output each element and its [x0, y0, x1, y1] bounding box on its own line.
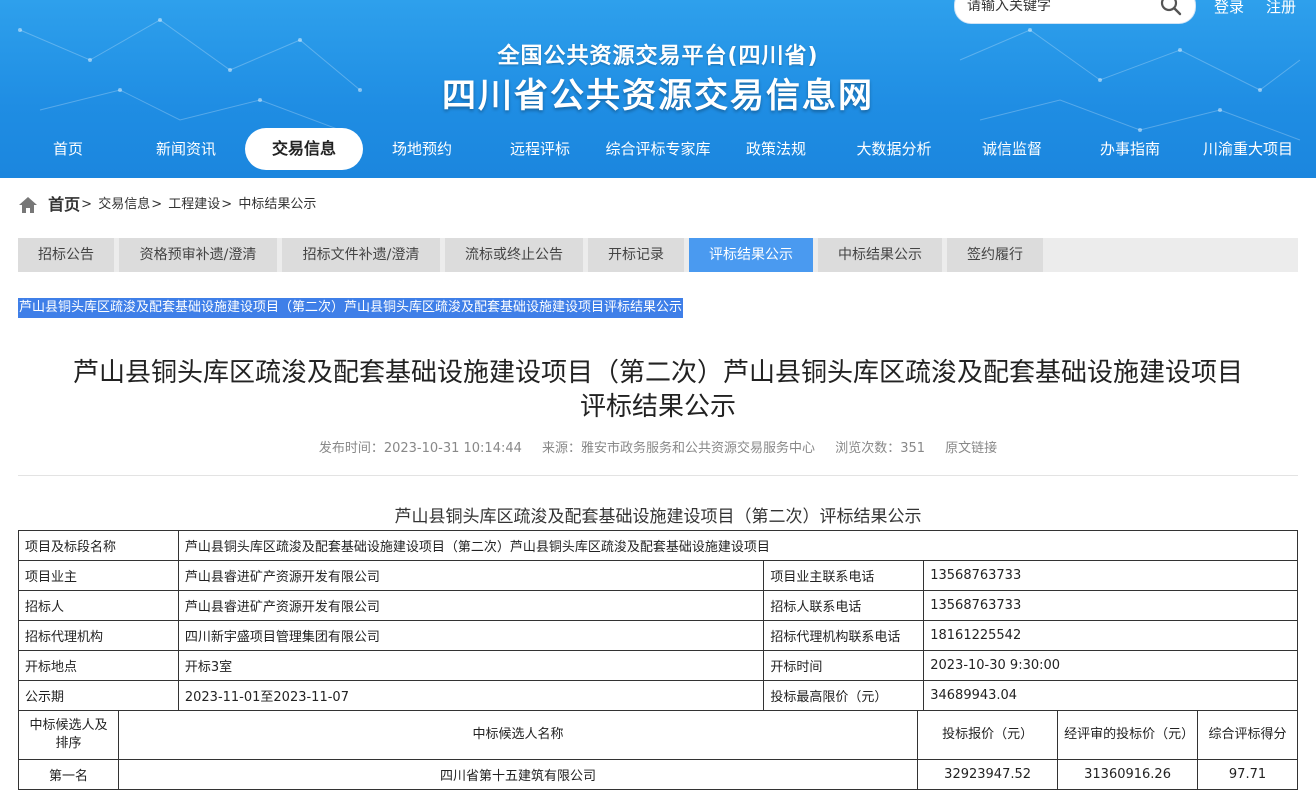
source: 来源：雅安市政务服务和公共资源交易服务中心 [542, 441, 816, 456]
nav-item-policy[interactable]: 政策法规 [736, 128, 816, 170]
table-row: 项目业主 芦山县睿进矿产资源开发有限公司 项目业主联系电话 1356876373… [18, 560, 1298, 591]
tab-evaluation-result[interactable]: 评标结果公示 [689, 238, 813, 272]
tab-tender-notice[interactable]: 招标公告 [18, 238, 114, 272]
nav-item-venue-booking[interactable]: 场地预约 [382, 128, 462, 170]
table-cell-label: 投标最高限价（元） [763, 680, 925, 711]
table-cell-value: 13568763733 [923, 590, 1298, 621]
column-header-name: 中标候选人名称 [117, 710, 919, 760]
tab-contract-performance[interactable]: 签约履行 [947, 238, 1043, 272]
publish-time: 发布时间：2023-10-31 10:14:44 [318, 441, 522, 456]
breadcrumb-separator: > [221, 197, 233, 212]
tab-award-result[interactable]: 中标结果公示 [818, 238, 942, 272]
table-header-row: 中标候选人及排序 中标候选人名称 投标报价（元） 经评审的投标价（元） 综合评标… [18, 710, 1298, 760]
breadcrumb-award-result[interactable]: 中标结果公示 [238, 197, 316, 212]
table-cell-label: 开标时间 [763, 650, 925, 681]
home-icon [19, 197, 37, 213]
platform-name: 全国公共资源交易平台(四川省) [497, 44, 819, 69]
table-row: 第一名 四川省第十五建筑有限公司 32923947.52 31360916.26… [18, 759, 1298, 790]
table-cell-value: 18161225542 [923, 620, 1298, 651]
tab-tender-doc-addendum[interactable]: 招标文件补遗/澄清 [282, 238, 440, 272]
table-cell-value: 芦山县睿进矿产资源开发有限公司 [177, 590, 765, 621]
table-cell-label: 项目业主联系电话 [763, 560, 925, 591]
main-nav: 首页 新闻资讯 交易信息 场地预约 远程评标 综合评标专家库 政策法规 大数据分… [0, 128, 1316, 170]
candidate-name: 四川省第十五建筑有限公司 [117, 759, 919, 790]
nav-item-trade-info[interactable]: 交易信息 [245, 128, 363, 170]
column-header-score: 综合评标得分 [1197, 710, 1298, 760]
table-cell-label: 开标地点 [18, 650, 179, 681]
table-row: 招标代理机构 四川新宇盛项目管理集团有限公司 招标代理机构联系电话 181612… [18, 620, 1298, 651]
breadcrumb-separator: > [81, 197, 93, 212]
nav-item-credit[interactable]: 诚信监督 [972, 128, 1052, 170]
search-box[interactable] [954, 0, 1196, 24]
breadcrumb-home[interactable]: 首页 [48, 195, 80, 214]
tab-bid-opening-record[interactable]: 开标记录 [588, 238, 684, 272]
table-row: 项目及标段名称 芦山县铜头库区疏浚及配套基础设施建设项目（第二次）芦山县铜头库区… [18, 530, 1299, 561]
article-title-line-2: 评标结果公示 [579, 392, 736, 422]
search-icon[interactable] [1159, 0, 1183, 17]
table-cell-value: 开标3室 [177, 650, 765, 681]
table-cell-value: 2023-11-01至2023-11-07 [177, 680, 765, 711]
table-cell-value: 13568763733 [923, 560, 1298, 591]
breadcrumb-engineering[interactable]: 工程建设 [168, 197, 220, 212]
table-cell-value: 芦山县睿进矿产资源开发有限公司 [177, 560, 765, 591]
candidate-bid: 32923947.52 [917, 759, 1059, 790]
table-cell-label: 项目及标段名称 [18, 530, 179, 561]
table-caption: 芦山县铜头库区疏浚及配套基础设施建设项目（第二次）评标结果公示 [394, 507, 922, 527]
breadcrumb: 首页> 交易信息> 工程建设> 中标结果公示 [18, 193, 316, 217]
breadcrumb-separator: > [151, 197, 163, 212]
nav-item-news[interactable]: 新闻资讯 [146, 128, 226, 170]
candidate-reviewed-bid: 31360916.26 [1057, 759, 1199, 790]
project-info-table: 项目及标段名称 芦山县铜头库区疏浚及配套基础设施建设项目（第二次）芦山县铜头库区… [18, 530, 1299, 711]
nav-item-home[interactable]: 首页 [30, 128, 106, 170]
tab-prequal-addendum[interactable]: 资格预审补遗/澄清 [119, 238, 277, 272]
candidate-rank: 第一名 [18, 759, 119, 790]
site-title: 四川省公共资源交易信息网 [442, 76, 874, 116]
table-row: 开标地点 开标3室 开标时间 2023-10-30 9:30:00 [18, 650, 1298, 681]
table-cell-value: 芦山县铜头库区疏浚及配套基础设施建设项目（第二次）芦山县铜头库区疏浚及配套基础设… [177, 530, 1299, 561]
divider [18, 475, 1298, 476]
candidate-score: 97.71 [1197, 759, 1298, 790]
table-cell-value: 四川新宇盛项目管理集团有限公司 [177, 620, 765, 651]
column-header-reviewed-bid: 经评审的投标价（元） [1057, 710, 1199, 760]
table-cell-label: 招标人 [18, 590, 179, 621]
site-header: 登录 注册 全国公共资源交易平台(四川省) 四川省公共资源交易信息网 首页 新闻… [0, 0, 1316, 178]
article-title: 芦山县铜头库区疏浚及配套基础设施建设项目（第二次）芦山县铜头库区疏浚及配套基础设… [18, 356, 1298, 424]
table-row: 招标人 芦山县睿进矿产资源开发有限公司 招标人联系电话 13568763733 [18, 590, 1298, 621]
breadcrumb-trade-info[interactable]: 交易信息 [98, 197, 150, 212]
table-cell-label: 招标人联系电话 [763, 590, 925, 621]
original-link[interactable]: 原文链接 [945, 441, 997, 456]
article-meta: 发布时间：2023-10-31 10:14:44 来源：雅安市政务服务和公共资源… [0, 437, 1316, 456]
article-title-line-1: 芦山县铜头库区疏浚及配套基础设施建设项目（第二次）芦山县铜头库区疏浚及配套基础设… [72, 358, 1243, 388]
announcement-tabs: 招标公告 资格预审补遗/澄清 招标文件补遗/澄清 流标或终止公告 开标记录 评标… [18, 238, 1298, 272]
table-cell-label: 招标代理机构联系电话 [763, 620, 925, 651]
nav-item-expert-pool[interactable]: 综合评标专家库 [600, 128, 716, 170]
tab-failed-or-terminated[interactable]: 流标或终止公告 [445, 238, 583, 272]
login-link[interactable]: 登录 [1214, 0, 1244, 17]
table-cell-label: 项目业主 [18, 560, 179, 591]
selected-title-text: 芦山县铜头库区疏浚及配套基础设施建设项目（第二次）芦山县铜头库区疏浚及配套基础设… [18, 298, 684, 318]
view-count: 浏览次数：351 [835, 441, 926, 456]
nav-item-chengyu-projects[interactable]: 川渝重大项目 [1196, 128, 1300, 170]
nav-item-remote-evaluation[interactable]: 远程评标 [500, 128, 580, 170]
nav-item-guide[interactable]: 办事指南 [1090, 128, 1170, 170]
column-header-bid: 投标报价（元） [917, 710, 1059, 760]
table-cell-value: 2023-10-30 9:30:00 [923, 650, 1298, 681]
register-link[interactable]: 注册 [1266, 0, 1296, 17]
search-input[interactable] [965, 0, 1154, 17]
nav-item-big-data[interactable]: 大数据分析 [846, 128, 942, 170]
column-header-rank: 中标候选人及排序 [18, 710, 119, 760]
table-cell-label: 招标代理机构 [18, 620, 179, 651]
candidates-table: 中标候选人及排序 中标候选人名称 投标报价（元） 经评审的投标价（元） 综合评标… [18, 710, 1298, 790]
table-row: 公示期 2023-11-01至2023-11-07 投标最高限价（元） 3468… [18, 680, 1298, 711]
table-cell-value: 34689943.04 [923, 680, 1298, 711]
table-cell-label: 公示期 [18, 680, 179, 711]
